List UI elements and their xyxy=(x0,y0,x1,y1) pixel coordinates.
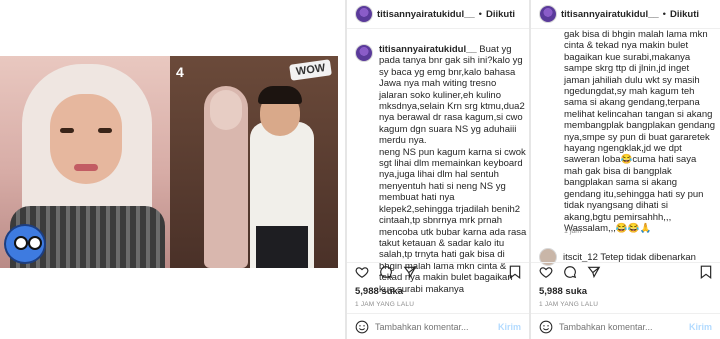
action-bar xyxy=(355,265,417,279)
post-column-a: titisannyairatukidul__ • Diikuti titisan… xyxy=(347,0,529,339)
like-count[interactable]: 5,988 suka xyxy=(355,286,403,297)
commenter-avatar[interactable] xyxy=(539,248,557,266)
post-timestamp: 1 JAM YANG LALU xyxy=(539,301,599,308)
username[interactable]: titisannyairatukidul__ xyxy=(377,9,475,20)
post-header: titisannyairatukidul__ • Diikuti xyxy=(531,0,720,28)
send-button[interactable]: Kirim xyxy=(689,322,712,332)
photo-left-half xyxy=(0,56,170,268)
emoji-icon[interactable] xyxy=(355,320,369,334)
follow-button[interactable]: Diikuti xyxy=(486,9,515,20)
add-comment-row: Kirim xyxy=(355,320,521,334)
add-comment-row: Kirim xyxy=(539,320,712,334)
add-comment-divider xyxy=(347,313,529,314)
bookmark-icon[interactable] xyxy=(509,265,521,279)
heart-icon[interactable] xyxy=(539,265,553,279)
bookmark-icon[interactable] xyxy=(700,265,712,279)
comment-input[interactable] xyxy=(559,322,683,332)
share-icon[interactable] xyxy=(403,265,417,279)
heart-icon[interactable] xyxy=(355,265,369,279)
follow-button[interactable]: Diikuti xyxy=(670,9,699,20)
comment-icon[interactable] xyxy=(379,265,393,279)
post-photo[interactable]: 4 WOW xyxy=(0,56,338,268)
comment-row: itscit_12 Tetep tidak dibenarkan xyxy=(539,248,696,266)
action-bar xyxy=(539,265,601,279)
emoji-icon[interactable] xyxy=(539,320,553,334)
share-icon[interactable] xyxy=(587,265,601,279)
add-comment-divider xyxy=(531,313,720,314)
caption-avatar[interactable] xyxy=(355,44,373,62)
username[interactable]: titisannyairatukidul__ xyxy=(561,9,659,20)
caption-block: titisannyairatukidul__ Buat yg pada tany… xyxy=(355,44,527,295)
eye-right xyxy=(98,128,112,133)
post-header: titisannyairatukidul__ • Diikuti xyxy=(347,0,529,28)
caption-body: Buat yg pada tanya bnr gak sih ini?kalo … xyxy=(379,44,527,295)
lips-shape xyxy=(74,164,98,171)
header-divider xyxy=(347,28,529,29)
post-timestamp: 1 JAM YANG LALU xyxy=(355,301,415,308)
actions-divider xyxy=(347,262,529,263)
caption-time: 1 jam xyxy=(564,228,582,235)
comment-text: itscit_12 Tetep tidak dibenarkan xyxy=(563,251,696,263)
separator-dot: • xyxy=(662,8,666,20)
man-hair xyxy=(258,86,302,104)
separator-dot: • xyxy=(478,8,482,20)
man-pants xyxy=(256,226,308,268)
comment-icon[interactable] xyxy=(563,265,577,279)
cartoon-sticker-icon xyxy=(4,224,46,264)
avatar[interactable] xyxy=(355,5,373,23)
like-count[interactable]: 5,988 suka xyxy=(539,286,587,297)
caption-continuation: gak bisa di bhgin malah lama mkn cinta &… xyxy=(564,29,716,234)
screenshot-stage: 4 WOW titisannyairatukidul__ • Diikuti t… xyxy=(0,0,720,339)
eye-left xyxy=(60,128,74,133)
caption-text: titisannyairatukidul__ Buat yg pada tany… xyxy=(379,44,527,295)
send-button[interactable]: Kirim xyxy=(498,322,521,332)
post-column-b: titisannyairatukidul__ • Diikuti gak bis… xyxy=(531,0,720,339)
actions-divider xyxy=(531,262,720,263)
woman-head xyxy=(210,90,242,130)
comment-input[interactable] xyxy=(375,322,492,332)
avatar[interactable] xyxy=(539,5,557,23)
photo-panel: 4 WOW xyxy=(0,0,345,339)
panel-number: 4 xyxy=(176,64,184,80)
caption-username[interactable]: titisannyairatukidul__ xyxy=(379,44,477,55)
